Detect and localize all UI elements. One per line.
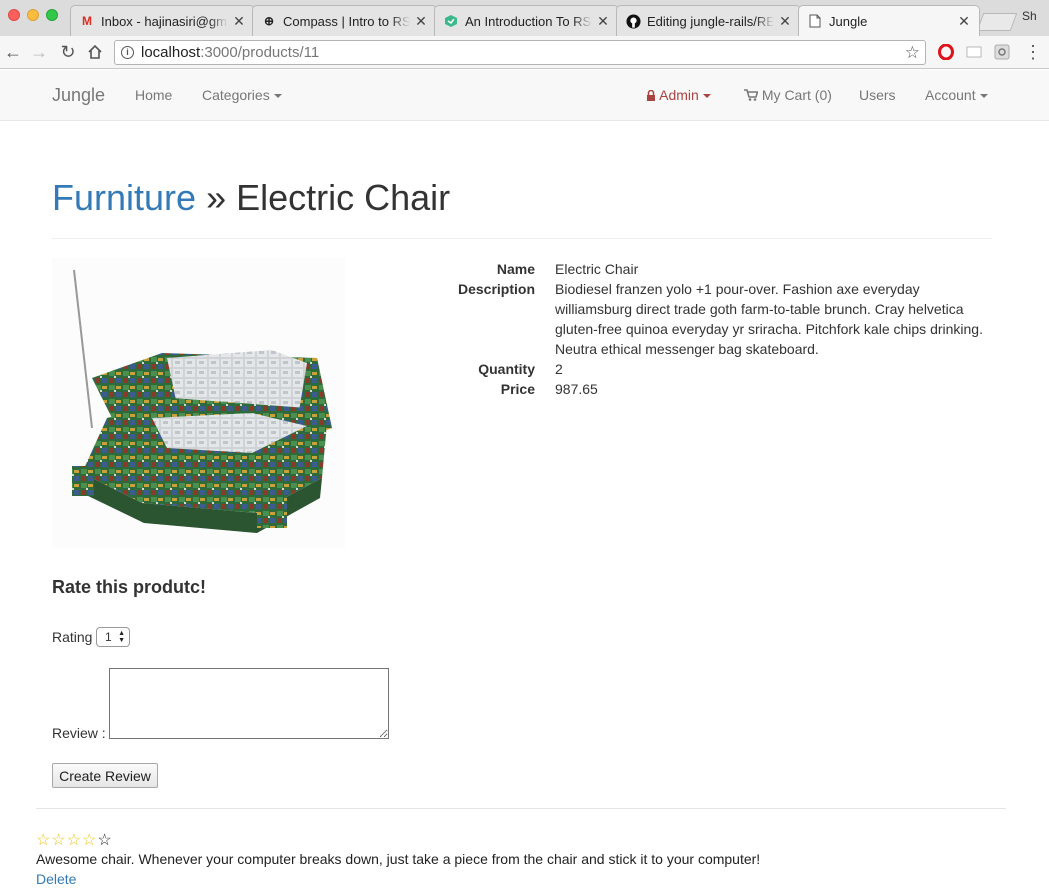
browser-tab-rspec[interactable]: An Introduction To RSpec ✕	[434, 5, 619, 36]
compass-icon: ⊕	[263, 14, 275, 28]
window-close-button[interactable]	[8, 9, 20, 21]
nav-admin-label: Admin	[659, 87, 699, 103]
quantity-value: 2	[555, 361, 563, 377]
site-navbar: Jungle Home Categories Admin My Cart (0)…	[0, 70, 1049, 121]
brand-logo[interactable]: Jungle	[52, 85, 105, 106]
browser-toolbar: ← → ↻ i localhost:3000/products/11 ☆ ⋮	[0, 36, 1049, 69]
star-filled-icon: ☆	[82, 832, 98, 849]
quantity-label: Quantity	[478, 361, 535, 377]
book-icon	[443, 13, 459, 29]
opera-icon[interactable]	[938, 43, 954, 61]
page-icon	[807, 13, 823, 29]
browser-tab-compass[interactable]: ⊕ Compass | Intro to RSpec ✕	[252, 5, 437, 36]
rating-select[interactable]: 1 ▲ ▼	[96, 627, 130, 647]
review-rating-stars: ☆☆☆☆☆	[36, 830, 113, 850]
nav-account-dropdown[interactable]: Account	[925, 87, 988, 103]
close-icon[interactable]: ✕	[232, 13, 246, 30]
star-filled-icon: ☆	[66, 832, 83, 849]
browser-tab-github[interactable]: Editing jungle-rails/README ✕	[616, 5, 801, 36]
home-icon[interactable]	[84, 41, 106, 63]
product-details: Name Electric Chair Description Biodiese…	[420, 259, 1000, 399]
chevron-down-icon	[702, 94, 711, 99]
lock-icon	[647, 89, 655, 101]
price-value: 987.65	[555, 381, 598, 397]
chevron-down-icon	[979, 94, 988, 99]
menu-icon[interactable]: ⋮	[1022, 41, 1044, 63]
star-filled-icon: ☆	[51, 832, 67, 849]
browser-tab-inbox[interactable]: M Inbox - hajinasiri@gmail.com ✕	[70, 5, 255, 36]
breadcrumb-separator: »	[196, 177, 237, 218]
browser-tab-strip: M Inbox - hajinasiri@gmail.com ✕ ⊕ Compa…	[0, 0, 1049, 36]
bookmark-star-icon[interactable]: ☆	[905, 41, 920, 64]
select-arrows-icon: ▲ ▼	[118, 630, 125, 644]
extension-icon[interactable]	[966, 44, 982, 60]
gmail-icon: M	[82, 14, 92, 28]
review-form-heading: Rate this produtc!	[52, 577, 207, 597]
nav-account-label: Account	[925, 87, 976, 103]
name-label: Name	[496, 261, 535, 277]
tab-title: Editing jungle-rails/README	[647, 13, 774, 29]
chevron-down-icon	[273, 94, 282, 99]
close-icon[interactable]: ✕	[596, 13, 610, 30]
new-tab-button[interactable]	[976, 13, 1018, 31]
star-empty-icon: ☆	[97, 832, 113, 849]
name-value: Electric Chair	[555, 261, 639, 277]
review-text: Awesome chair. Whenever your computer br…	[36, 851, 761, 867]
settings-extension-icon[interactable]	[994, 44, 1010, 60]
category-link[interactable]: Furniture	[52, 177, 196, 218]
tab-title: Compass | Intro to RSpec	[283, 13, 410, 29]
close-icon[interactable]: ✕	[414, 13, 428, 30]
create-review-button[interactable]: Create Review	[52, 763, 158, 788]
reviews-divider	[36, 808, 1006, 809]
description-value: Biodiesel franzen yolo +1 pour-over. Fas…	[555, 281, 983, 357]
back-icon[interactable]: ←	[2, 41, 24, 63]
nav-admin-dropdown[interactable]: Admin	[646, 87, 711, 103]
description-label: Description	[457, 281, 535, 297]
tab-title: An Introduction To RSpec	[465, 13, 592, 29]
info-icon[interactable]: i	[121, 46, 134, 59]
nav-cart[interactable]: My Cart (0)	[744, 87, 832, 103]
address-bar[interactable]: i localhost:3000/products/11 ☆	[114, 40, 926, 65]
window-minimize-button[interactable]	[27, 9, 39, 21]
browser-tab-jungle[interactable]: Jungle ✕	[798, 5, 980, 36]
title-divider	[52, 238, 992, 239]
forward-icon[interactable]: →	[28, 41, 50, 63]
profile-button[interactable]: Sh	[1022, 9, 1037, 23]
star-filled-icon: ☆	[36, 832, 52, 849]
price-label: Price	[500, 381, 535, 397]
nav-users[interactable]: Users	[859, 87, 896, 103]
product-name-heading: Electric Chair	[236, 177, 451, 218]
review-textarea[interactable]	[109, 668, 389, 739]
tab-title: Inbox - hajinasiri@gmail.com	[101, 13, 228, 29]
nav-home[interactable]: Home	[135, 87, 172, 103]
url-path: :3000/products/11	[200, 44, 320, 61]
nav-categories-dropdown[interactable]: Categories	[202, 87, 282, 103]
nav-cart-label: My Cart (0)	[761, 87, 832, 103]
rating-label: Rating	[52, 629, 93, 645]
cart-icon	[744, 89, 759, 101]
page-title: Furniture » Electric Chair	[52, 177, 450, 219]
review-label: Review :	[52, 725, 106, 741]
reload-icon[interactable]: ↻	[57, 41, 79, 63]
close-icon[interactable]: ✕	[778, 13, 792, 30]
github-icon	[625, 13, 641, 29]
product-image	[52, 258, 345, 548]
tab-title: Jungle	[829, 13, 868, 29]
rating-select-value: 1	[105, 630, 112, 644]
window-zoom-button[interactable]	[46, 9, 58, 21]
close-icon[interactable]: ✕	[957, 13, 971, 30]
nav-categories-label: Categories	[202, 87, 270, 103]
url-host: localhost	[141, 44, 201, 61]
delete-review-link[interactable]: Delete	[36, 871, 76, 887]
